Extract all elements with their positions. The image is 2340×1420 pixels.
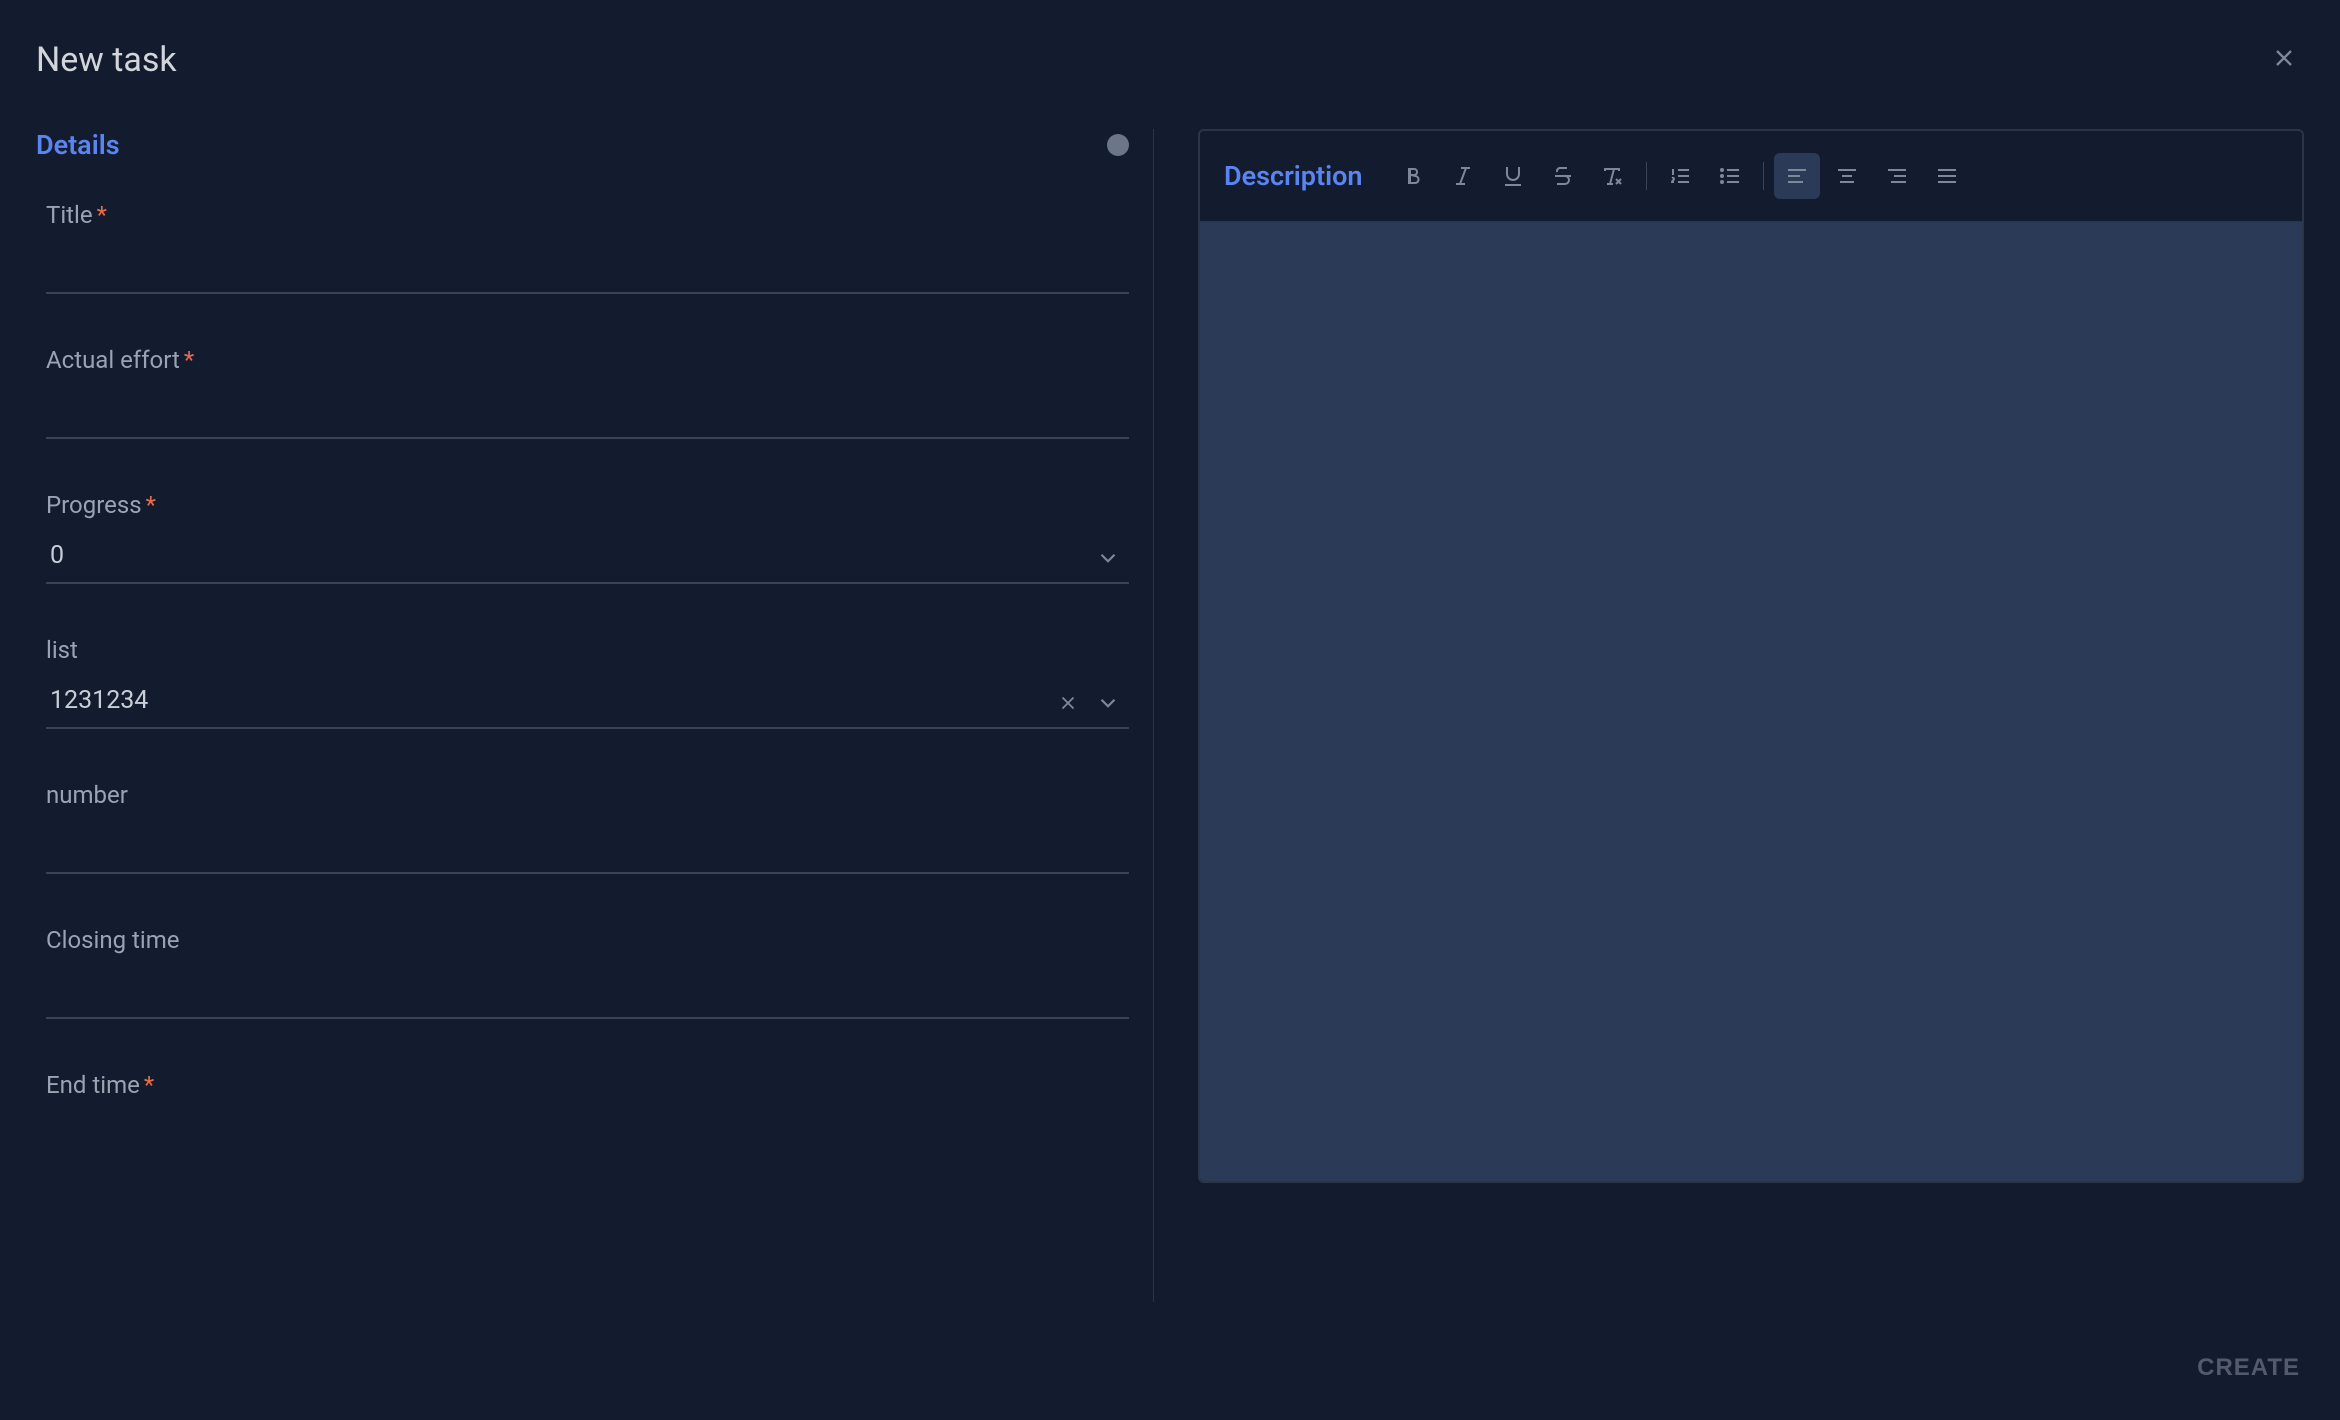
actual-effort-label-text: Actual effort bbox=[46, 346, 180, 374]
actual-effort-input-row bbox=[46, 388, 1129, 439]
field-list: list 1231234 bbox=[46, 636, 1129, 729]
closing-time-input[interactable] bbox=[46, 968, 1129, 1017]
ordered-list-button[interactable] bbox=[1657, 153, 1703, 199]
field-closing-time: Closing time bbox=[46, 926, 1129, 1019]
underline-button[interactable] bbox=[1490, 153, 1536, 199]
new-task-dialog: New task Details Title* bbox=[0, 0, 2340, 1420]
field-number: number bbox=[46, 781, 1129, 874]
close-button[interactable] bbox=[2264, 38, 2304, 81]
dialog-footer: CREATE bbox=[0, 1322, 2340, 1420]
details-panel: Details Title* Actual effort* bbox=[36, 129, 1154, 1302]
title-label-text: Title bbox=[46, 201, 93, 229]
clear-list-button[interactable] bbox=[1049, 688, 1087, 718]
progress-value: 0 bbox=[46, 533, 1087, 582]
unordered-list-icon bbox=[1718, 164, 1742, 188]
align-right-button[interactable] bbox=[1874, 153, 1920, 199]
editor-wrapper: Description bbox=[1198, 129, 2304, 1183]
closing-time-label: Closing time bbox=[46, 926, 1129, 954]
unordered-list-button[interactable] bbox=[1707, 153, 1753, 199]
fields-container: Title* Actual effort* Pr bbox=[36, 201, 1129, 1099]
list-select[interactable]: 1231234 bbox=[46, 678, 1129, 729]
strikethrough-button[interactable] bbox=[1540, 153, 1586, 199]
status-dot-icon bbox=[1107, 134, 1129, 156]
field-end-time: End time* bbox=[46, 1071, 1129, 1099]
number-label-text: number bbox=[46, 781, 128, 809]
clear-format-button[interactable] bbox=[1590, 153, 1636, 199]
title-input-row bbox=[46, 243, 1129, 294]
close-icon bbox=[1057, 692, 1079, 714]
underline-icon bbox=[1501, 164, 1525, 188]
dialog-title: New task bbox=[36, 40, 177, 80]
actual-effort-input[interactable] bbox=[46, 388, 1129, 437]
required-star-icon: * bbox=[97, 201, 107, 229]
required-star-icon: * bbox=[144, 1071, 154, 1099]
align-justify-button[interactable] bbox=[1924, 153, 1970, 199]
italic-icon bbox=[1451, 164, 1475, 188]
align-left-button[interactable] bbox=[1774, 153, 1820, 199]
field-title: Title* bbox=[46, 201, 1129, 294]
closing-time-label-text: Closing time bbox=[46, 926, 180, 954]
description-panel: Description bbox=[1198, 129, 2304, 1302]
end-time-label: End time* bbox=[46, 1071, 1129, 1099]
details-header: Details bbox=[36, 129, 1129, 161]
list-value: 1231234 bbox=[46, 678, 1049, 727]
title-input[interactable] bbox=[46, 243, 1129, 292]
align-justify-icon bbox=[1935, 164, 1959, 188]
editor-toolbar: Description bbox=[1200, 131, 2302, 222]
italic-button[interactable] bbox=[1440, 153, 1486, 199]
bold-button[interactable] bbox=[1390, 153, 1436, 199]
details-title: Details bbox=[36, 129, 120, 161]
create-button[interactable]: CREATE bbox=[2193, 1346, 2304, 1390]
number-input-row bbox=[46, 823, 1129, 874]
required-star-icon: * bbox=[146, 491, 156, 519]
toolbar-separator bbox=[1763, 162, 1764, 190]
chevron-down-icon bbox=[1087, 686, 1129, 720]
field-progress: Progress* 0 bbox=[46, 491, 1129, 584]
dialog-body: Details Title* Actual effort* bbox=[0, 101, 2340, 1322]
list-label-text: list bbox=[46, 636, 78, 664]
strikethrough-icon bbox=[1551, 164, 1575, 188]
number-label: number bbox=[46, 781, 1129, 809]
align-left-icon bbox=[1785, 164, 1809, 188]
description-title: Description bbox=[1224, 160, 1362, 192]
progress-label-text: Progress bbox=[46, 491, 142, 519]
align-center-button[interactable] bbox=[1824, 153, 1870, 199]
dialog-header: New task bbox=[0, 0, 2340, 101]
close-icon bbox=[2270, 44, 2298, 72]
list-label: list bbox=[46, 636, 1129, 664]
field-actual-effort: Actual effort* bbox=[46, 346, 1129, 439]
align-right-icon bbox=[1885, 164, 1909, 188]
title-label: Title* bbox=[46, 201, 1129, 229]
toolbar-separator bbox=[1646, 162, 1647, 190]
clear-format-icon bbox=[1601, 164, 1625, 188]
bold-icon bbox=[1401, 164, 1425, 188]
progress-select[interactable]: 0 bbox=[46, 533, 1129, 584]
ordered-list-icon bbox=[1668, 164, 1692, 188]
align-center-icon bbox=[1835, 164, 1859, 188]
number-input[interactable] bbox=[46, 823, 1129, 872]
end-time-label-text: End time bbox=[46, 1071, 140, 1099]
progress-label: Progress* bbox=[46, 491, 1129, 519]
chevron-down-icon bbox=[1087, 541, 1129, 575]
closing-time-input-row bbox=[46, 968, 1129, 1019]
actual-effort-label: Actual effort* bbox=[46, 346, 1129, 374]
required-star-icon: * bbox=[184, 346, 194, 374]
description-editor[interactable] bbox=[1200, 222, 2302, 1181]
